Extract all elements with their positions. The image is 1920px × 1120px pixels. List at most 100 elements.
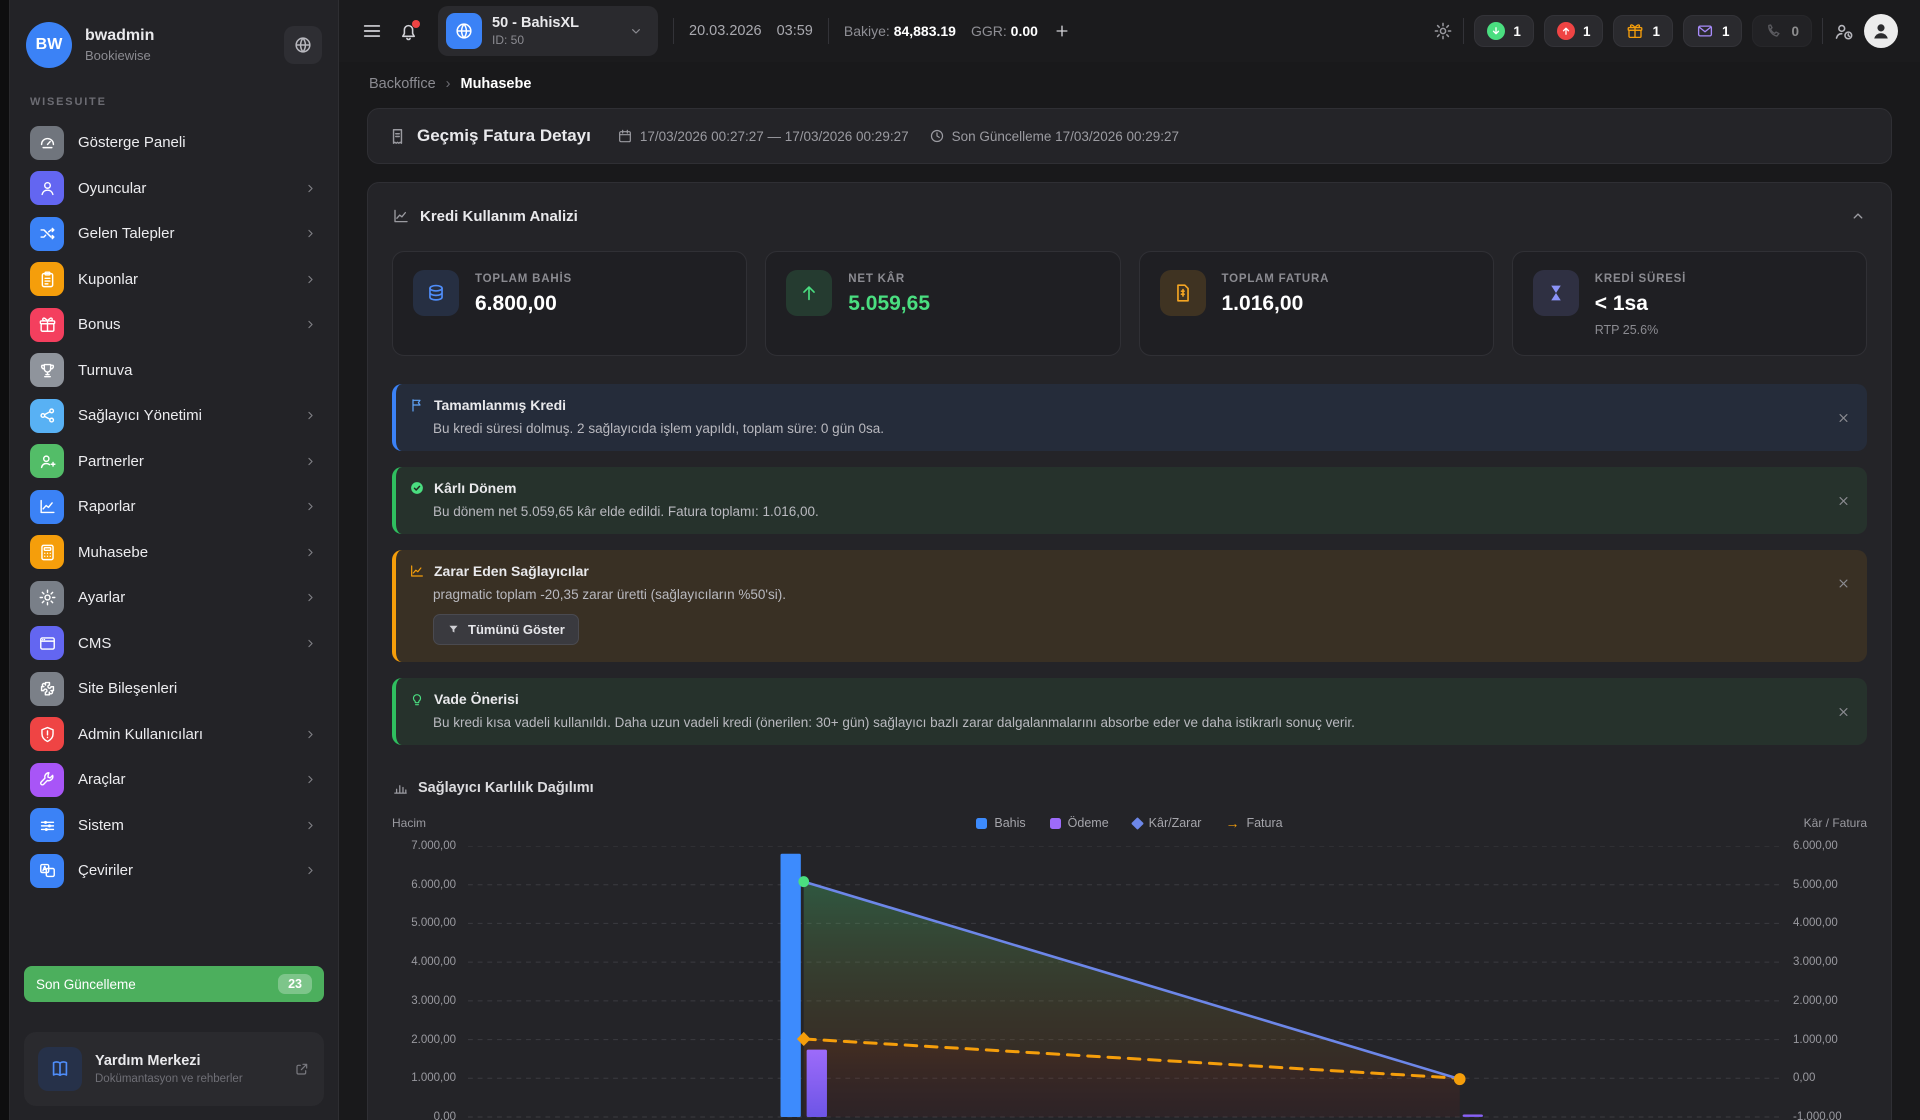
right-tick: 0,00 — [1793, 1072, 1815, 1084]
last-update-button[interactable]: Son Güncelleme 23 — [24, 966, 324, 1002]
chevron-right-icon — [303, 590, 318, 605]
sidebar-item-label: Sağlayıcı Yönetimi — [78, 407, 202, 424]
breadcrumb-current: Muhasebe — [460, 76, 531, 92]
gear-icon — [1433, 21, 1453, 41]
add-button[interactable] — [1053, 22, 1071, 40]
sidebar-item-label: Oyuncular — [78, 180, 146, 197]
alert-title: Kârlı Dönem — [434, 480, 516, 496]
share-icon — [38, 406, 57, 425]
sidebar-item-oyuncular[interactable]: Oyuncular — [20, 166, 328, 212]
brand-name: 50 - BahisXL — [492, 15, 579, 31]
close-icon — [1836, 576, 1851, 591]
collapse-chevron-icon[interactable] — [1849, 207, 1867, 225]
close-icon[interactable] — [1836, 410, 1851, 425]
shield-icon — [38, 725, 57, 744]
sidebar-item-cms[interactable]: CMS — [20, 621, 328, 667]
close-icon[interactable] — [1836, 576, 1851, 591]
close-icon — [1836, 704, 1851, 719]
sidebar-item-partnerler[interactable]: Partnerler — [20, 439, 328, 485]
chevron-right-icon — [303, 590, 318, 605]
sidebar-item-sa-lay-c-y-netimi[interactable]: Sağlayıcı Yönetimi — [20, 393, 328, 439]
stat-body: KREDİ SÜRESİ< 1saRTP 25.6% — [1595, 270, 1686, 337]
left-tick: 1.000,00 — [411, 1072, 456, 1084]
notifications-button[interactable] — [398, 21, 419, 42]
language-button[interactable] — [284, 26, 322, 64]
chevron-right-icon — [303, 408, 318, 423]
counter-pill-gift[interactable]: 1 — [1613, 15, 1673, 47]
clock-icon — [929, 128, 945, 144]
legend-item-k-r-zarar[interactable]: Kâr/Zarar — [1133, 816, 1202, 830]
chart-line-icon — [392, 207, 410, 225]
close-icon[interactable] — [1836, 493, 1851, 508]
chevron-right-icon — [303, 181, 318, 196]
legend-label: Ödeme — [1068, 816, 1109, 830]
user-sessions-icon[interactable] — [1833, 21, 1854, 42]
legend-item--deme[interactable]: Ödeme — [1050, 816, 1109, 830]
menu-toggle-button[interactable] — [361, 20, 383, 42]
legend-item-fatura[interactable]: →Fatura — [1225, 816, 1282, 830]
alerts: Tamamlanmış KrediBu kredi süresi dolmuş.… — [392, 384, 1867, 745]
sidebar-item-g-sterge-paneli[interactable]: Gösterge Paneli — [20, 120, 328, 166]
brand-selector[interactable]: 50 - BahisXL ID: 50 — [438, 6, 658, 56]
Bahis-swatch — [976, 818, 987, 829]
sidebar-item-turnuva[interactable]: Turnuva — [20, 348, 328, 394]
breadcrumb-separator: › — [446, 76, 451, 92]
external-icon — [294, 1061, 310, 1077]
legend-label: Kâr/Zarar — [1149, 816, 1202, 830]
chevron-right-icon — [303, 317, 318, 332]
sidebar-item-label: Admin Kullanıcıları — [78, 726, 203, 743]
chevron-right-icon — [303, 499, 318, 514]
stat-label: NET KÂR — [848, 273, 930, 285]
sidebar-item--eviriler[interactable]: Çeviriler — [20, 848, 328, 894]
sidebar-item-muhasebe[interactable]: Muhasebe — [20, 530, 328, 576]
avatar[interactable]: BW — [26, 22, 72, 68]
legend-item-bahis[interactable]: Bahis — [976, 816, 1025, 830]
breadcrumb: Backoffice › Muhasebe — [369, 76, 1890, 92]
plot-row: 7.000,006.000,005.000,004.000,003.000,00… — [392, 846, 1867, 1120]
panel-header[interactable]: Kredi Kullanım Analizi — [392, 183, 1867, 251]
profile-avatar[interactable] — [1864, 14, 1898, 48]
sidebar-item-label: Site Bileşenleri — [78, 680, 177, 697]
chevron-down-icon — [628, 23, 644, 39]
credit-analysis-panel: Kredi Kullanım Analizi TOPLAM BAHİS6.800… — [367, 182, 1892, 1120]
sidebar-item-sistem[interactable]: Sistem — [20, 803, 328, 849]
sidebar-item-gelen-talepler[interactable]: Gelen Talepler — [20, 211, 328, 257]
breadcrumb-root[interactable]: Backoffice — [369, 76, 436, 92]
current-time: 03:59 — [777, 23, 813, 39]
help-center-card[interactable]: Yardım Merkezi Dokümantasyon ve rehberle… — [24, 1032, 324, 1106]
person-plus-icon — [38, 452, 57, 471]
sidebar-item-bonus[interactable]: Bonus — [20, 302, 328, 348]
username: bwadmin — [85, 27, 154, 45]
sidebar-item-raporlar[interactable]: Raporlar — [20, 484, 328, 530]
pill-count: 0 — [1791, 24, 1799, 39]
counter-pill-mail[interactable]: 1 — [1683, 15, 1743, 47]
right-axis-ticks: 6.000,005.000,004.000,003.000,002.000,00… — [1779, 846, 1867, 1120]
counter-pill-phone[interactable]: 0 — [1752, 15, 1812, 47]
topbar: 50 - BahisXL ID: 50 20.03.2026 03:59 Bak… — [339, 0, 1920, 62]
quick-counters: 11110 — [1474, 15, 1812, 47]
Ödeme-swatch — [1050, 818, 1061, 829]
sidebar-item-site-bile-enleri[interactable]: Site Bileşenleri — [20, 666, 328, 712]
settings-icon[interactable] — [1433, 21, 1453, 41]
counter-pill-arrow-up-sm[interactable]: 1 — [1544, 15, 1604, 47]
sidebar-item-admin-kullan-c-lar-[interactable]: Admin Kullanıcıları — [20, 712, 328, 758]
right-tick: 5.000,00 — [1793, 879, 1838, 891]
avatar-fill-icon — [1870, 20, 1892, 42]
sidebar-item-ayarlar[interactable]: Ayarlar — [20, 575, 328, 621]
chevron-right-icon — [303, 727, 318, 742]
counter-pill-arrow-down-sm[interactable]: 1 — [1474, 15, 1534, 47]
chevron-right-icon — [303, 818, 318, 833]
sidebar-item-kuponlar[interactable]: Kuponlar — [20, 257, 328, 303]
ggr: GGR: 0.00 — [971, 23, 1038, 39]
chevron-right-icon — [303, 454, 318, 469]
fatura-marker: → — [1225, 816, 1239, 830]
chart-plot[interactable] — [468, 846, 1779, 1120]
sidebar-item-ara-lar[interactable]: Araçlar — [20, 757, 328, 803]
chevron-right-icon — [303, 499, 318, 514]
alert-title: Vade Önerisi — [434, 691, 519, 707]
chart-legend: Bahis Ödeme Kâr/Zarar →Fatura — [976, 816, 1282, 830]
chevron-right-icon — [303, 317, 318, 332]
left-tick: 6.000,00 — [411, 879, 456, 891]
close-icon[interactable] — [1836, 704, 1851, 719]
show-all-button[interactable]: Tümünü Göster — [433, 614, 579, 645]
